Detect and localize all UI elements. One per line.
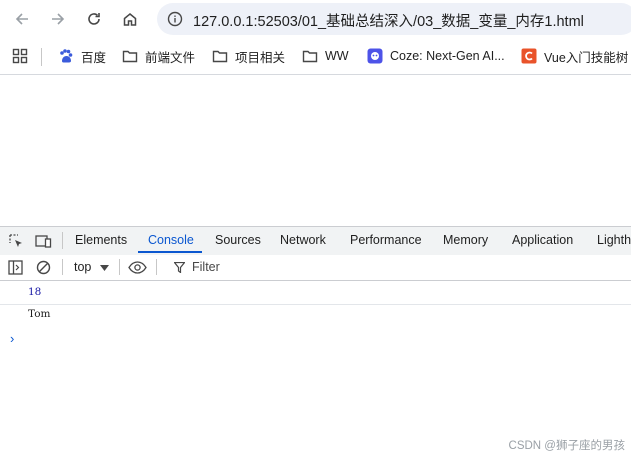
filter-icon <box>174 262 185 273</box>
bookmark-vue[interactable]: Vue入门技能树 <box>521 47 628 65</box>
home-icon <box>123 13 137 26</box>
eye-icon <box>128 261 147 274</box>
bookmarks-bar: 百度 前端文件 项目相关 WW Coze: Next-Gen AI... Vue… <box>0 38 631 75</box>
log-value-string: Tom <box>28 308 51 320</box>
coze-icon <box>367 48 383 64</box>
browser-toolbar: 127.0.0.1:52503/01_基础总结深入/03_数据_变量_内存1.h… <box>0 0 631 38</box>
tab-console[interactable]: Console <box>148 233 194 247</box>
forward-button[interactable] <box>44 5 72 33</box>
bookmark-label: 百度 <box>81 50 107 65</box>
apps-button[interactable] <box>12 47 28 65</box>
bookmark-label: 前端文件 <box>145 50 196 65</box>
csdn-icon <box>521 48 537 64</box>
chevron-down-icon <box>100 265 109 271</box>
filter-input[interactable]: Filter <box>164 255 631 280</box>
bookmark-label: 项目相关 <box>235 50 286 65</box>
address-bar[interactable]: 127.0.0.1:52503/01_基础总结深入/03_数据_变量_内存1.h… <box>157 3 631 35</box>
bookmark-label: Coze: Next-Gen AI... <box>390 49 505 63</box>
bookmark-label: Vue入门技能树 <box>544 50 629 65</box>
forward-icon <box>52 13 65 25</box>
back-button[interactable] <box>8 5 36 33</box>
home-button[interactable] <box>116 5 144 33</box>
toolbar-divider <box>62 259 63 275</box>
tab-performance[interactable]: Performance <box>350 233 422 247</box>
console-toolbar: top Filter <box>0 255 631 281</box>
toolbar-divider <box>156 259 157 275</box>
active-tab-indicator <box>138 251 202 253</box>
sidebar-icon <box>8 260 23 275</box>
clear-console-button[interactable] <box>36 260 51 280</box>
tab-lighthouse[interactable]: Lighth <box>597 233 631 247</box>
reload-button[interactable] <box>80 5 108 33</box>
site-info-icon[interactable] <box>165 9 185 29</box>
bookmark-coze[interactable]: Coze: Next-Gen AI... <box>367 47 505 65</box>
reload-icon <box>88 13 100 25</box>
filter-placeholder: Filter <box>192 260 220 274</box>
toolbar-divider <box>119 259 120 275</box>
inspect-icon <box>9 234 22 247</box>
device-toolbar-button[interactable] <box>35 233 52 254</box>
clear-icon <box>36 260 51 275</box>
bookmark-folder-projects[interactable]: 项目相关 <box>212 47 285 65</box>
tab-network[interactable]: Network <box>280 233 326 247</box>
live-expression-button[interactable] <box>128 260 147 280</box>
console-message: Tom <box>0 305 631 326</box>
page-viewport <box>0 75 631 226</box>
tab-application[interactable]: Application <box>512 233 573 247</box>
tab-memory[interactable]: Memory <box>443 233 488 247</box>
baidu-icon <box>58 48 74 64</box>
devtools-tabbar: Elements Console Sources Network Perform… <box>0 226 631 256</box>
folder-icon <box>302 48 318 64</box>
context-label: top <box>74 260 92 274</box>
apps-grid-icon <box>12 48 28 64</box>
url-text[interactable]: 127.0.0.1:52503/01_基础总结深入/03_数据_变量_内存1.h… <box>193 10 584 31</box>
folder-icon <box>122 48 138 64</box>
log-value-number: 18 <box>28 286 42 298</box>
console-output: 18 Tom › <box>0 281 631 457</box>
tab-sources[interactable]: Sources <box>215 233 261 247</box>
bookmarks-divider <box>41 48 42 66</box>
back-icon <box>15 13 28 25</box>
bookmark-folder-ww[interactable]: WW <box>302 47 349 65</box>
bookmark-folder-frontend[interactable]: 前端文件 <box>122 47 195 65</box>
tab-divider <box>62 232 63 249</box>
device-icon <box>35 235 52 248</box>
bookmark-label: WW <box>325 49 349 63</box>
console-message: 18 <box>0 283 631 305</box>
context-selector[interactable]: top <box>70 255 118 280</box>
console-prompt[interactable]: › <box>10 331 14 346</box>
sidebar-toggle-button[interactable] <box>8 260 23 280</box>
tab-elements[interactable]: Elements <box>75 233 127 247</box>
inspect-element-button[interactable] <box>8 233 24 254</box>
watermark: CSDN @狮子座的男孩 <box>508 440 625 452</box>
folder-icon <box>212 48 228 64</box>
bookmark-baidu[interactable]: 百度 <box>58 47 106 65</box>
